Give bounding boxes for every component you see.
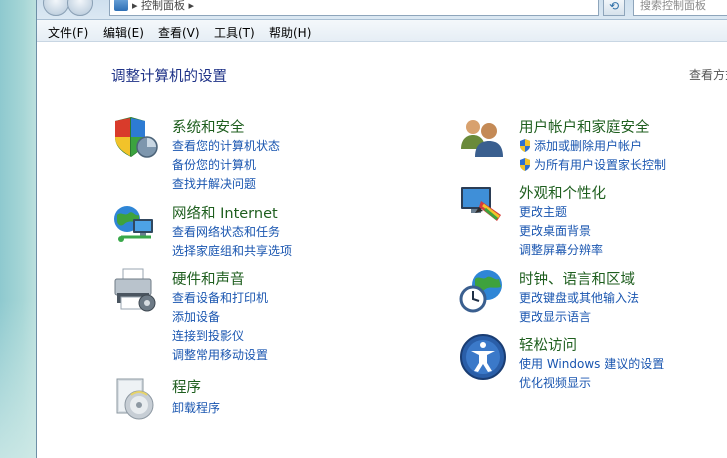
printer-icon <box>114 268 156 312</box>
clock-globe-icon <box>459 270 502 313</box>
menu-view[interactable]: 查看(V) <box>158 24 200 41</box>
network-globe-icon <box>114 206 153 242</box>
search-placeholder: 搜索控制面板 <box>640 0 706 12</box>
link-uninstall-program[interactable]: 卸载程序 <box>172 399 220 416</box>
link-backup-computer[interactable]: 备份您的计算机 <box>172 156 256 173</box>
category-user-accounts: 用户帐户和家庭安全 添加或删除用户帐户 为所有用户设置家长控制 <box>459 115 727 175</box>
category-programs: 程序 卸载程序 <box>111 375 391 425</box>
link-troubleshoot[interactable]: 查找并解决问题 <box>172 175 256 192</box>
link-network-status[interactable]: 查看网络状态和任务 <box>172 223 280 240</box>
desktop-background <box>0 0 38 458</box>
category-title[interactable]: 系统和安全 <box>172 116 245 137</box>
category-title[interactable]: 用户帐户和家庭安全 <box>519 116 650 137</box>
uac-shield-icon <box>520 158 530 171</box>
menu-edit[interactable]: 编辑(E) <box>103 24 144 41</box>
category-system-security: 系统和安全 查看您的计算机状态 备份您的计算机 查找并解决问题 <box>111 115 391 195</box>
link-parental-controls[interactable]: 为所有用户设置家长控制 <box>519 156 666 173</box>
refresh-button[interactable]: ⟲ <box>603 0 625 16</box>
link-screen-resolution[interactable]: 调整屏幕分辨率 <box>519 241 603 258</box>
link-recommended-settings[interactable]: 使用 Windows 建议的设置 <box>519 355 664 372</box>
category-network-internet: 网络和 Internet 查看网络状态和任务 选择家庭组和共享选项 <box>111 201 391 261</box>
forward-button[interactable] <box>67 0 93 16</box>
link-add-device[interactable]: 添加设备 <box>172 308 220 325</box>
link-devices-printers[interactable]: 查看设备和打印机 <box>172 289 268 306</box>
menu-help[interactable]: 帮助(H) <box>269 24 311 41</box>
control-panel-icon <box>114 0 128 11</box>
category-title[interactable]: 硬件和声音 <box>172 268 245 289</box>
link-label: 添加或删除用户帐户 <box>534 139 643 153</box>
address-bar[interactable]: ▸ 控制面板 ▸ <box>109 0 599 16</box>
page-title: 调整计算机的设置 <box>111 69 227 85</box>
search-input[interactable]: 搜索控制面板 <box>633 0 727 16</box>
back-button[interactable] <box>43 0 69 16</box>
category-appearance: 外观和个性化 更改主题 更改桌面背景 调整屏幕分辨率 <box>459 181 727 261</box>
category-title[interactable]: 网络和 Internet <box>172 202 278 223</box>
ease-of-access-icon <box>460 334 506 380</box>
category-title[interactable]: 轻松访问 <box>519 334 577 355</box>
control-panel-window: ▸ 控制面板 ▸ ⟲ 搜索控制面板 文件(F) 编辑(E) 查看(V) 工具(T… <box>36 0 727 458</box>
category-clock-language: 时钟、语言和区域 更改键盘或其他输入法 更改显示语言 <box>459 267 727 327</box>
programs-disc-icon <box>116 378 154 420</box>
menu-file[interactable]: 文件(F) <box>48 24 88 41</box>
category-ease-of-access: 轻松访问 使用 Windows 建议的设置 优化视频显示 <box>459 333 727 393</box>
category-title[interactable]: 时钟、语言和区域 <box>519 268 635 289</box>
link-homegroup-sharing[interactable]: 选择家庭组和共享选项 <box>172 242 292 259</box>
link-display-language[interactable]: 更改显示语言 <box>519 308 591 325</box>
link-desktop-background[interactable]: 更改桌面背景 <box>519 222 591 239</box>
menu-bar: 文件(F) 编辑(E) 查看(V) 工具(T) 帮助(H) <box>37 20 727 42</box>
category-title[interactable]: 程序 <box>172 376 201 397</box>
main-content: 调整计算机的设置 查看方式 系统和安全 查看您的计算机状态 备份您的计算机 查找… <box>37 43 727 458</box>
link-change-theme[interactable]: 更改主题 <box>519 203 567 220</box>
desktop-shade <box>0 300 38 458</box>
link-mobility-settings[interactable]: 调整常用移动设置 <box>172 346 268 363</box>
link-connect-projector[interactable]: 连接到投影仪 <box>172 327 244 344</box>
view-by-label[interactable]: 查看方式 <box>689 66 727 83</box>
refresh-icon: ⟲ <box>608 0 620 13</box>
link-add-remove-accounts[interactable]: 添加或删除用户帐户 <box>519 137 642 154</box>
navigation-bar: ▸ 控制面板 ▸ ⟲ 搜索控制面板 <box>37 0 727 20</box>
category-title[interactable]: 外观和个性化 <box>519 182 606 203</box>
link-label: 为所有用户设置家长控制 <box>534 158 667 172</box>
users-icon <box>461 120 503 157</box>
shield-icon <box>115 117 158 158</box>
link-view-computer-status[interactable]: 查看您的计算机状态 <box>172 137 280 154</box>
display-paint-icon <box>461 187 501 221</box>
category-hardware-sound: 硬件和声音 查看设备和打印机 添加设备 连接到投影仪 调整常用移动设置 <box>111 267 391 367</box>
menu-tools[interactable]: 工具(T) <box>214 24 255 41</box>
address-path: ▸ 控制面板 ▸ <box>132 0 195 12</box>
uac-shield-icon <box>520 139 530 152</box>
link-optimize-visual[interactable]: 优化视频显示 <box>519 374 591 391</box>
link-change-keyboard[interactable]: 更改键盘或其他输入法 <box>519 289 639 306</box>
